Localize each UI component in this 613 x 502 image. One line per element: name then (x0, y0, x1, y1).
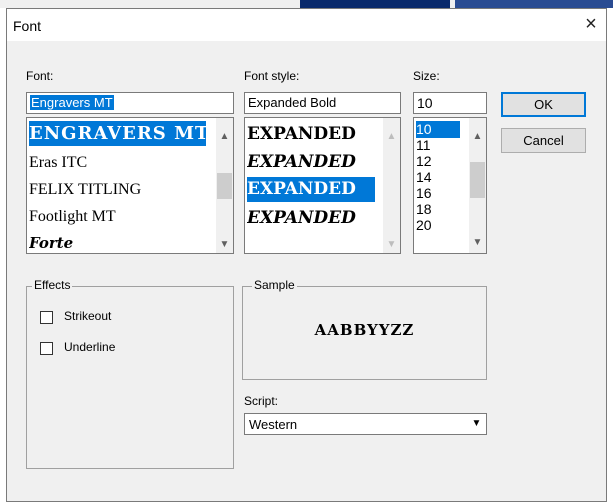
scroll-up-icon[interactable]: ▲ (383, 128, 400, 145)
font-list-item-selected[interactable]: ENGRAVERS MT (29, 121, 206, 146)
size-list-item-selected[interactable]: 10 (416, 121, 460, 138)
scroll-down-icon[interactable]: ▼ (216, 236, 233, 253)
cancel-button[interactable]: Cancel (501, 128, 586, 153)
font-list[interactable]: ENGRAVERS MT Eras ITC FELIX TITLING Foot… (26, 117, 234, 254)
underline-checkbox[interactable] (40, 342, 53, 355)
size-list-item[interactable]: 11 (416, 137, 431, 154)
underline-label[interactable]: Underline (64, 340, 115, 354)
font-list-item[interactable]: Eras ITC (29, 150, 87, 175)
strikeout-label[interactable]: Strikeout (64, 309, 111, 323)
size-list-item[interactable]: 14 (416, 169, 432, 186)
sample-label: Sample (252, 278, 297, 292)
font-style-list[interactable]: EXPANDED EXPANDED EXPANDED EXPANDED ▲ ▼ (244, 117, 401, 254)
effects-group (26, 286, 234, 469)
scroll-up-icon[interactable]: ▲ (469, 128, 486, 145)
scroll-thumb[interactable] (470, 162, 485, 198)
size-value: 10 (417, 95, 433, 111)
scroll-thumb[interactable] (217, 173, 232, 199)
sample-text: AABBYYZZ (314, 321, 415, 339)
size-list-item[interactable]: 12 (416, 153, 432, 170)
scroll-down-icon[interactable]: ▼ (469, 234, 486, 251)
font-style-input[interactable]: Expanded Bold (244, 92, 401, 114)
ok-button[interactable]: OK (501, 92, 586, 117)
effects-label: Effects (32, 278, 73, 292)
background-tab (300, 0, 450, 8)
font-style-item[interactable]: EXPANDED (247, 150, 377, 175)
font-name-input[interactable]: Engravers MT (26, 92, 234, 114)
script-label: Script: (244, 394, 279, 408)
close-button[interactable]: × (581, 13, 601, 35)
background-tab-2 (455, 0, 613, 8)
font-list-scrollbar[interactable]: ▲ ▼ (216, 118, 233, 253)
title-bar: Font × (7, 9, 606, 41)
script-value: Western (249, 417, 298, 432)
size-list-item[interactable]: 18 (416, 201, 432, 218)
scroll-up-icon[interactable]: ▲ (216, 128, 233, 145)
font-style-label: Font style: (244, 69, 300, 83)
font-name-value: Engravers MT (30, 95, 114, 110)
font-list-item[interactable]: FELIX TITLING (29, 177, 141, 202)
script-select[interactable]: Western ▼ (244, 413, 487, 435)
size-input[interactable]: 10 (413, 92, 487, 114)
font-list-item[interactable]: Forte (29, 231, 73, 253)
font-style-item[interactable]: EXPANDED (247, 206, 377, 231)
font-style-value: Expanded Bold (248, 95, 337, 110)
font-style-scrollbar[interactable]: ▲ ▼ (383, 118, 400, 253)
dialog-title: Font (13, 18, 42, 34)
font-list-item[interactable]: Footlight MT (29, 204, 116, 229)
size-list-item[interactable]: 20 (416, 217, 432, 234)
font-style-item[interactable]: EXPANDED (247, 122, 377, 147)
font-dialog: Font × Font: Engravers MT ENGRAVERS MT E… (6, 8, 607, 502)
size-list-scrollbar[interactable]: ▲ ▼ (469, 118, 486, 253)
background-window-strip (0, 0, 613, 8)
size-label: Size: (413, 69, 440, 83)
size-list[interactable]: 10 11 12 14 16 18 20 ▲ ▼ (413, 117, 487, 254)
font-style-item-selected[interactable]: EXPANDED (247, 177, 375, 202)
chevron-down-icon[interactable]: ▼ (468, 415, 485, 433)
scroll-down-icon[interactable]: ▼ (383, 236, 400, 253)
size-list-item[interactable]: 16 (416, 185, 432, 202)
strikeout-checkbox[interactable] (40, 311, 53, 324)
font-label: Font: (26, 69, 54, 83)
